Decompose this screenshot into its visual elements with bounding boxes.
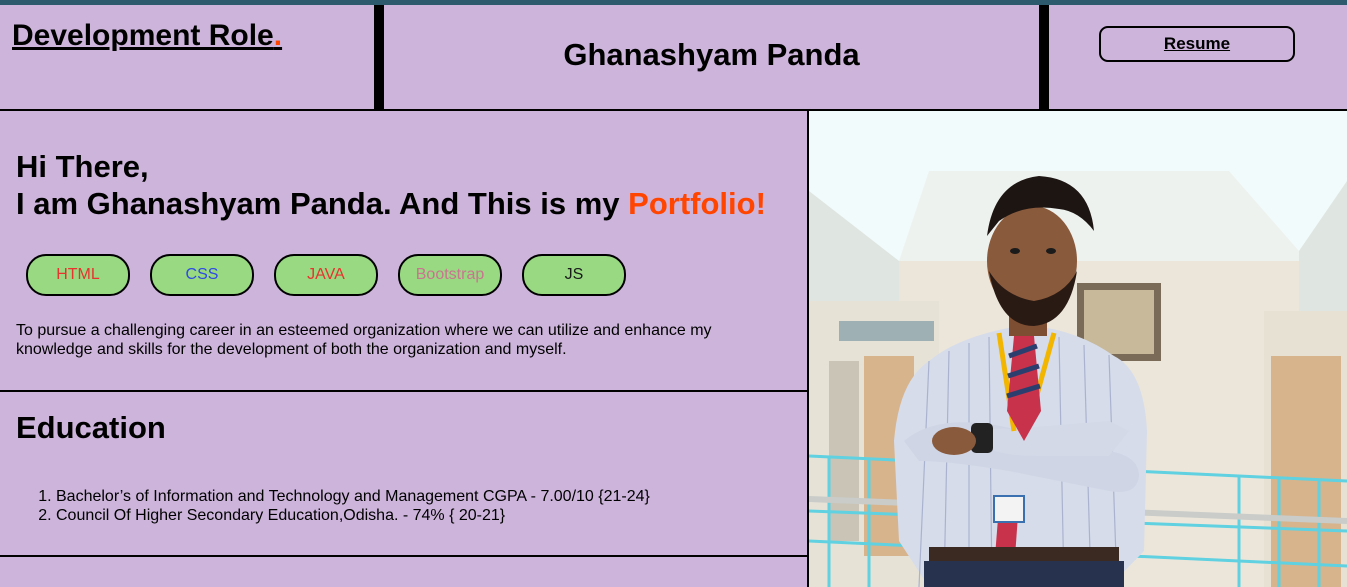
career-objective: To pursue a challenging career in an est… — [16, 322, 712, 358]
education-title: Education — [16, 410, 166, 445]
skill-pill-html[interactable]: HTML — [26, 254, 130, 296]
education-item: Council Of Higher Secondary Education,Od… — [56, 506, 650, 525]
education-item: Bachelor’s of Information and Technology… — [56, 487, 650, 506]
brand-dot: . — [273, 19, 283, 52]
portfolio-highlight: Portfolio! — [628, 186, 766, 221]
greeting-heading: Hi There, I am Ghanashyam Panda. And Thi… — [16, 148, 766, 222]
header-name: Ghanashyam Panda — [563, 37, 860, 72]
brand-title[interactable]: Development Role. — [12, 19, 282, 53]
skill-pill-js[interactable]: JS — [522, 254, 626, 296]
profile-photo — [809, 111, 1347, 587]
skill-pill-java[interactable]: JAVA — [274, 254, 378, 296]
education-list: Bachelor’s of Information and Technology… — [16, 487, 650, 525]
resume-button[interactable]: Resume — [1099, 26, 1295, 62]
skill-pill-bootstrap[interactable]: Bootstrap — [398, 254, 502, 296]
intro-section: Hi There, I am Ghanashyam Panda. And Thi… — [0, 111, 809, 392]
profile-photo-illustration — [809, 111, 1347, 587]
brand-text: Development Role — [12, 19, 274, 52]
header-divider-right — [1039, 5, 1049, 109]
greeting-line-1: Hi There, — [16, 149, 149, 184]
education-section: Education Bachelor’s of Information and … — [0, 392, 809, 557]
skill-pill-css[interactable]: CSS — [150, 254, 254, 296]
next-section-top — [0, 557, 809, 587]
header-divider-left — [374, 5, 384, 109]
greeting-line-2: I am Ghanashyam Panda. And This is my — [16, 186, 629, 221]
site-header: Development Role. Ghanashyam Panda Resum… — [0, 5, 1347, 111]
